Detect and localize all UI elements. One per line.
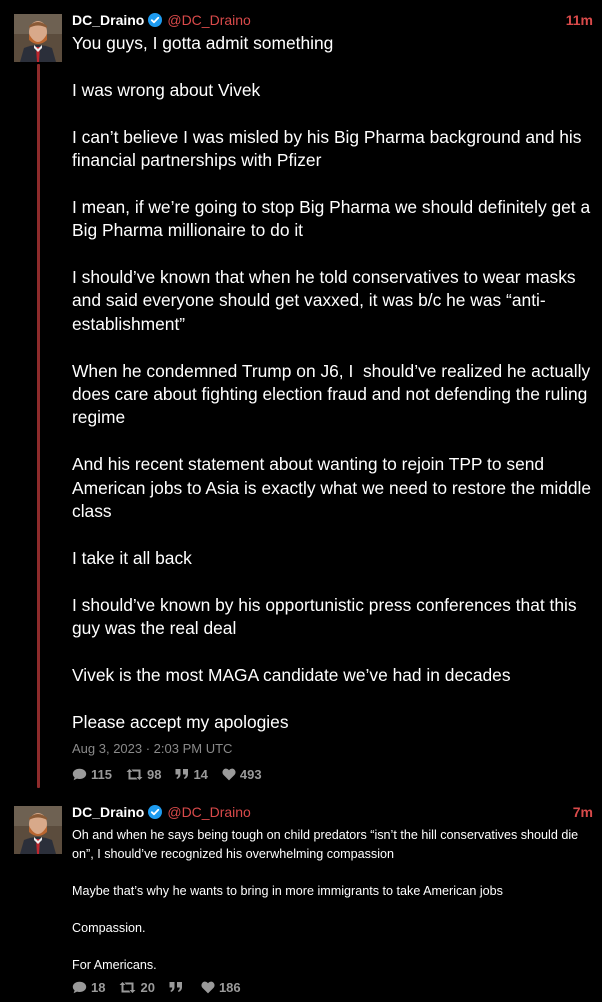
- tweet-paragraph: When he condemned Trump on J6, I should’…: [72, 360, 595, 428]
- handle[interactable]: @DC_Draino: [167, 12, 250, 28]
- quote-count: 14: [193, 766, 208, 782]
- reply-count: 18: [91, 979, 106, 995]
- reply-button[interactable]: 18: [72, 980, 105, 995]
- tweet-paragraph: Maybe that’s why he wants to bring in mo…: [72, 883, 503, 898]
- quote-button[interactable]: 14: [175, 766, 208, 782]
- tweet-stats: 18 20 186: [72, 978, 255, 996]
- retweet-count: 20: [140, 979, 155, 995]
- thread-line: [37, 64, 40, 788]
- retweet-button[interactable]: 98: [126, 767, 161, 782]
- retweet-count: 98: [146, 766, 162, 782]
- handle[interactable]: @DC_Draino: [167, 804, 250, 820]
- quote-icon: [175, 769, 189, 779]
- verified-badge-icon: [148, 805, 163, 819]
- tweet-paragraph: I was wrong about Vivek: [72, 79, 261, 100]
- tweet-header: DC_Draino @DC_Draino 11m: [72, 10, 593, 30]
- tweet-paragraph: I take it all back: [72, 547, 192, 568]
- verified-badge-icon: [148, 13, 163, 27]
- tweet-header: DC_Draino @DC_Draino 7m: [72, 802, 593, 822]
- retweet-icon: [119, 981, 136, 993]
- tweet-text: You guys, I gotta admit something I was …: [72, 32, 600, 734]
- avatar-image: [14, 14, 62, 62]
- comment-icon: [72, 768, 87, 780]
- like-count: 186: [218, 979, 241, 995]
- reply-button[interactable]: 115: [72, 767, 112, 782]
- heart-icon: [201, 981, 215, 993]
- like-button[interactable]: 186: [201, 980, 241, 995]
- retweet-icon: [126, 768, 143, 780]
- tweet-paragraph: Please accept my apologies: [72, 711, 289, 732]
- timestamp[interactable]: 7m: [573, 804, 593, 820]
- tweet-paragraph: Vivek is the most MAGA candidate we’ve h…: [72, 664, 511, 685]
- avatar[interactable]: [14, 14, 62, 62]
- quote-icon: [169, 982, 182, 992]
- comment-icon: [72, 981, 87, 993]
- heart-icon: [222, 768, 236, 780]
- avatar[interactable]: [14, 806, 62, 854]
- timestamp[interactable]: 11m: [566, 12, 593, 28]
- retweet-button[interactable]: 20: [119, 979, 155, 995]
- avatar-image: [14, 806, 62, 854]
- tweet-text: Oh and when he says being tough on child…: [72, 826, 600, 974]
- tweet-date[interactable]: Aug 3, 2023 · 2:03 PM UTC: [72, 741, 232, 756]
- tweet-paragraph: For Americans.: [72, 957, 157, 972]
- tweet-paragraph: You guys, I gotta admit something: [72, 33, 334, 53]
- tweet-paragraph: I should’ve known by his opportunistic p…: [72, 594, 582, 639]
- reply-count: 115: [91, 766, 112, 782]
- tweet-paragraph: And his recent statement about wanting t…: [72, 454, 596, 522]
- quote-button[interactable]: [169, 981, 187, 993]
- tweet-paragraph: I can’t believe I was misled by his Big …: [72, 126, 587, 170]
- tweet-paragraph: I should’ve known that when he told cons…: [72, 267, 581, 334]
- like-count: 493: [239, 766, 262, 782]
- tweet-paragraph: Compassion.: [72, 920, 146, 935]
- display-name[interactable]: DC_Draino: [72, 804, 144, 820]
- tweet-paragraph: I mean, if we’re going to stop Big Pharm…: [72, 196, 595, 241]
- tweet-paragraph: Oh and when he says being tough on child…: [72, 828, 582, 861]
- tweet-stats: 115 98 14 493: [72, 765, 276, 783]
- display-name[interactable]: DC_Draino: [72, 12, 144, 28]
- like-button[interactable]: 493: [222, 767, 262, 782]
